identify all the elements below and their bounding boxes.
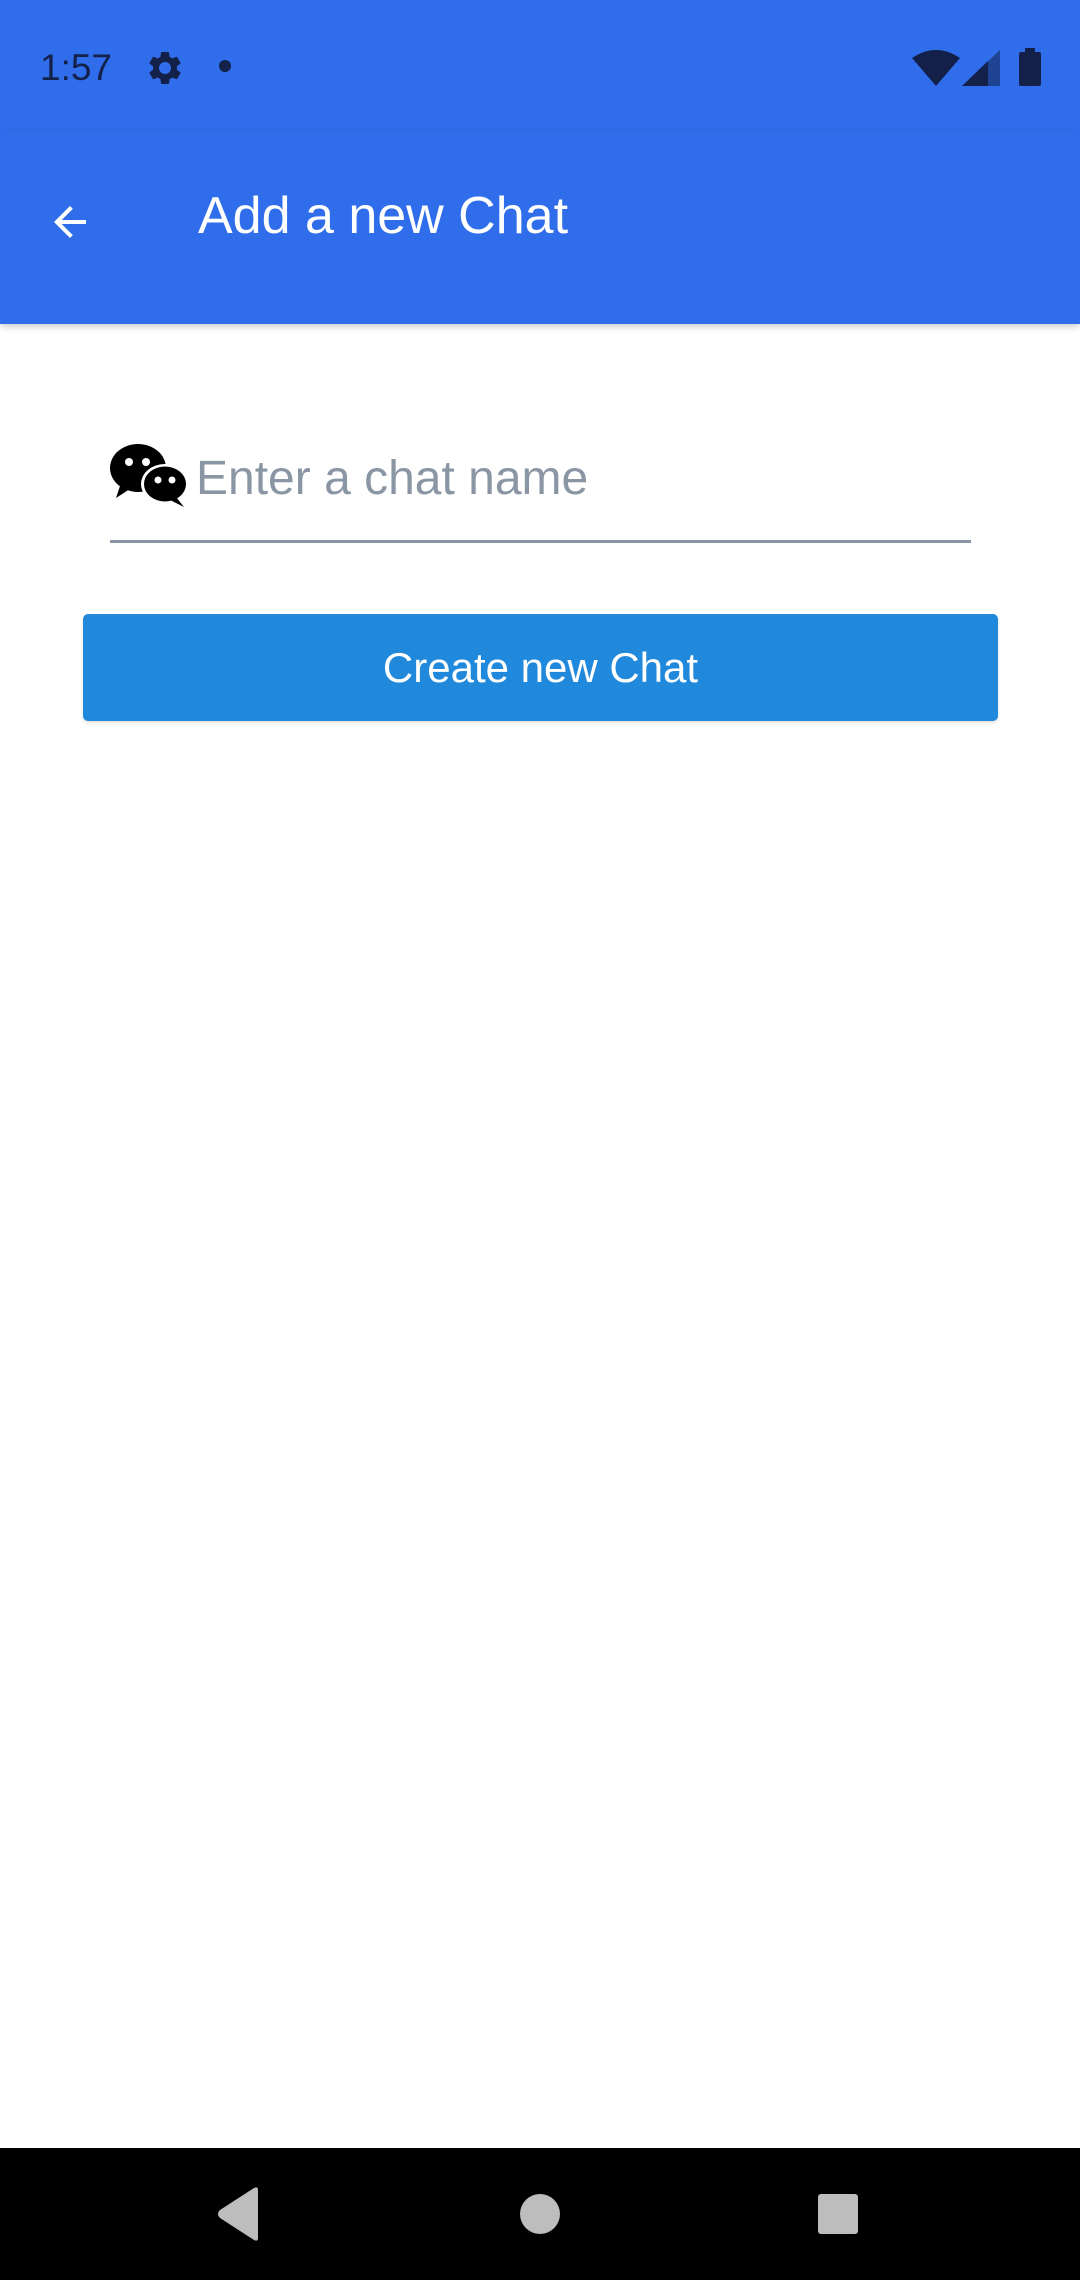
notification-dot-icon xyxy=(219,60,231,72)
arrow-back-icon xyxy=(54,206,86,238)
chat-name-input[interactable] xyxy=(196,448,956,508)
battery-icon xyxy=(1019,48,1041,86)
status-time: 1:57 xyxy=(40,47,113,88)
nav-back-icon[interactable] xyxy=(214,2186,264,2242)
back-button[interactable] xyxy=(30,182,110,262)
create-chat-button[interactable]: Create new Chat xyxy=(83,614,998,721)
gear-icon xyxy=(149,51,181,84)
wifi-icon xyxy=(912,50,960,86)
nav-home-icon[interactable] xyxy=(520,2194,560,2234)
navigation-bar xyxy=(0,2148,1080,2280)
nav-recents-icon[interactable] xyxy=(818,2194,858,2234)
page-title: Add a new Chat xyxy=(198,187,569,245)
wechat-icon xyxy=(110,444,188,507)
cell-signal-icon xyxy=(962,50,1000,86)
app-bar: Add a new Chat xyxy=(0,132,1080,324)
chat-name-field[interactable] xyxy=(110,420,971,543)
status-bar: 1:57 xyxy=(0,0,1080,132)
